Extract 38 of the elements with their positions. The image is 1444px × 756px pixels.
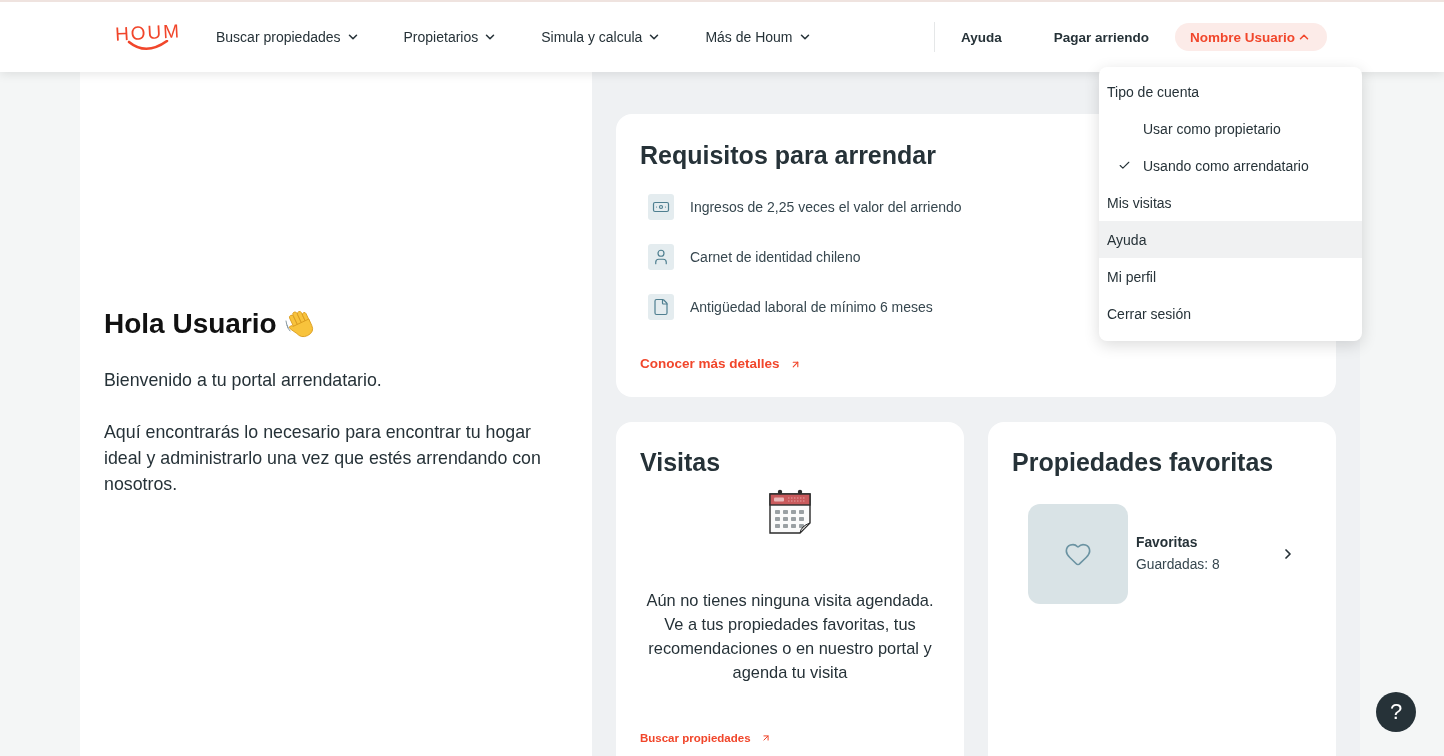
nav-menu-button[interactable]: Simula y calcula [541,29,662,45]
menu-heading: Tipo de cuenta [1106,82,1201,102]
menu-item[interactable]: Mi perfil [1099,258,1362,295]
menu-option[interactable]: Usar como propietario [1099,110,1362,147]
menu-option-label: Usando como arrendatario [1143,157,1309,174]
search-properties-link[interactable]: Buscar propiedades [640,729,771,747]
empty-state-text: Aún no tienes ninguna visita agendada. Ve a tus propiedades favoritas, tus recomendaciones o en nuestro portal y agenda tu visita [645,590,935,683]
card-title: Propiedades favoritas [1012,447,1274,478]
menu-option-label: Usar como propietario [1143,120,1281,137]
calendar-icon [768,489,812,535]
nav-menu-button[interactable]: Más de Houm [705,29,812,45]
requirement-text: Ingresos de 2,25 veces el valor del arriendo [690,199,962,215]
menu-option[interactable]: Usando como arrendatario [1099,147,1362,184]
requirement-text: Carnet de identidad chileno [690,249,861,265]
document-icon [648,294,674,320]
header-link[interactable]: Ayuda [960,29,1002,45]
details-link[interactable]: Conocer más detalles [640,355,801,373]
waving-hand-icon [284,309,315,339]
menu-item[interactable]: Mis visitas [1099,184,1362,221]
arrow-up-right-icon [760,733,771,743]
welcome-title: Hola Usuario [104,307,277,341]
check-icon [1118,159,1131,172]
welcome-text: Aquí encontrarás lo necesario para encontrar tu hogar ideal y administrarlo una vez que estés arrendando con nosotros. [104,421,542,496]
collection-count: Guardadas: 8 [1136,556,1220,574]
card-title: Requisitos para arrendar [640,140,936,171]
houm-logo[interactable]: HOUM [112,23,184,51]
requirement-text: Antigüedad laboral de mínimo 6 meses [690,299,933,315]
welcome-text: Bienvenido a tu portal arrendatario. [104,369,383,392]
header-link[interactable]: Pagar arriendo [1053,29,1149,45]
card-title: Visitas [640,447,721,478]
menu-item[interactable]: Ayuda [1099,221,1362,258]
collection-name: Favoritas [1136,534,1198,552]
nav-menu-button[interactable]: Propietarios [403,29,498,45]
menu-item[interactable]: Cerrar sesión [1099,295,1362,332]
nav-menu-button[interactable]: Buscar propiedades [216,29,360,45]
person-icon [648,244,674,270]
favorites-thumbnail[interactable] [1028,504,1128,604]
banknote-icon [648,194,674,220]
